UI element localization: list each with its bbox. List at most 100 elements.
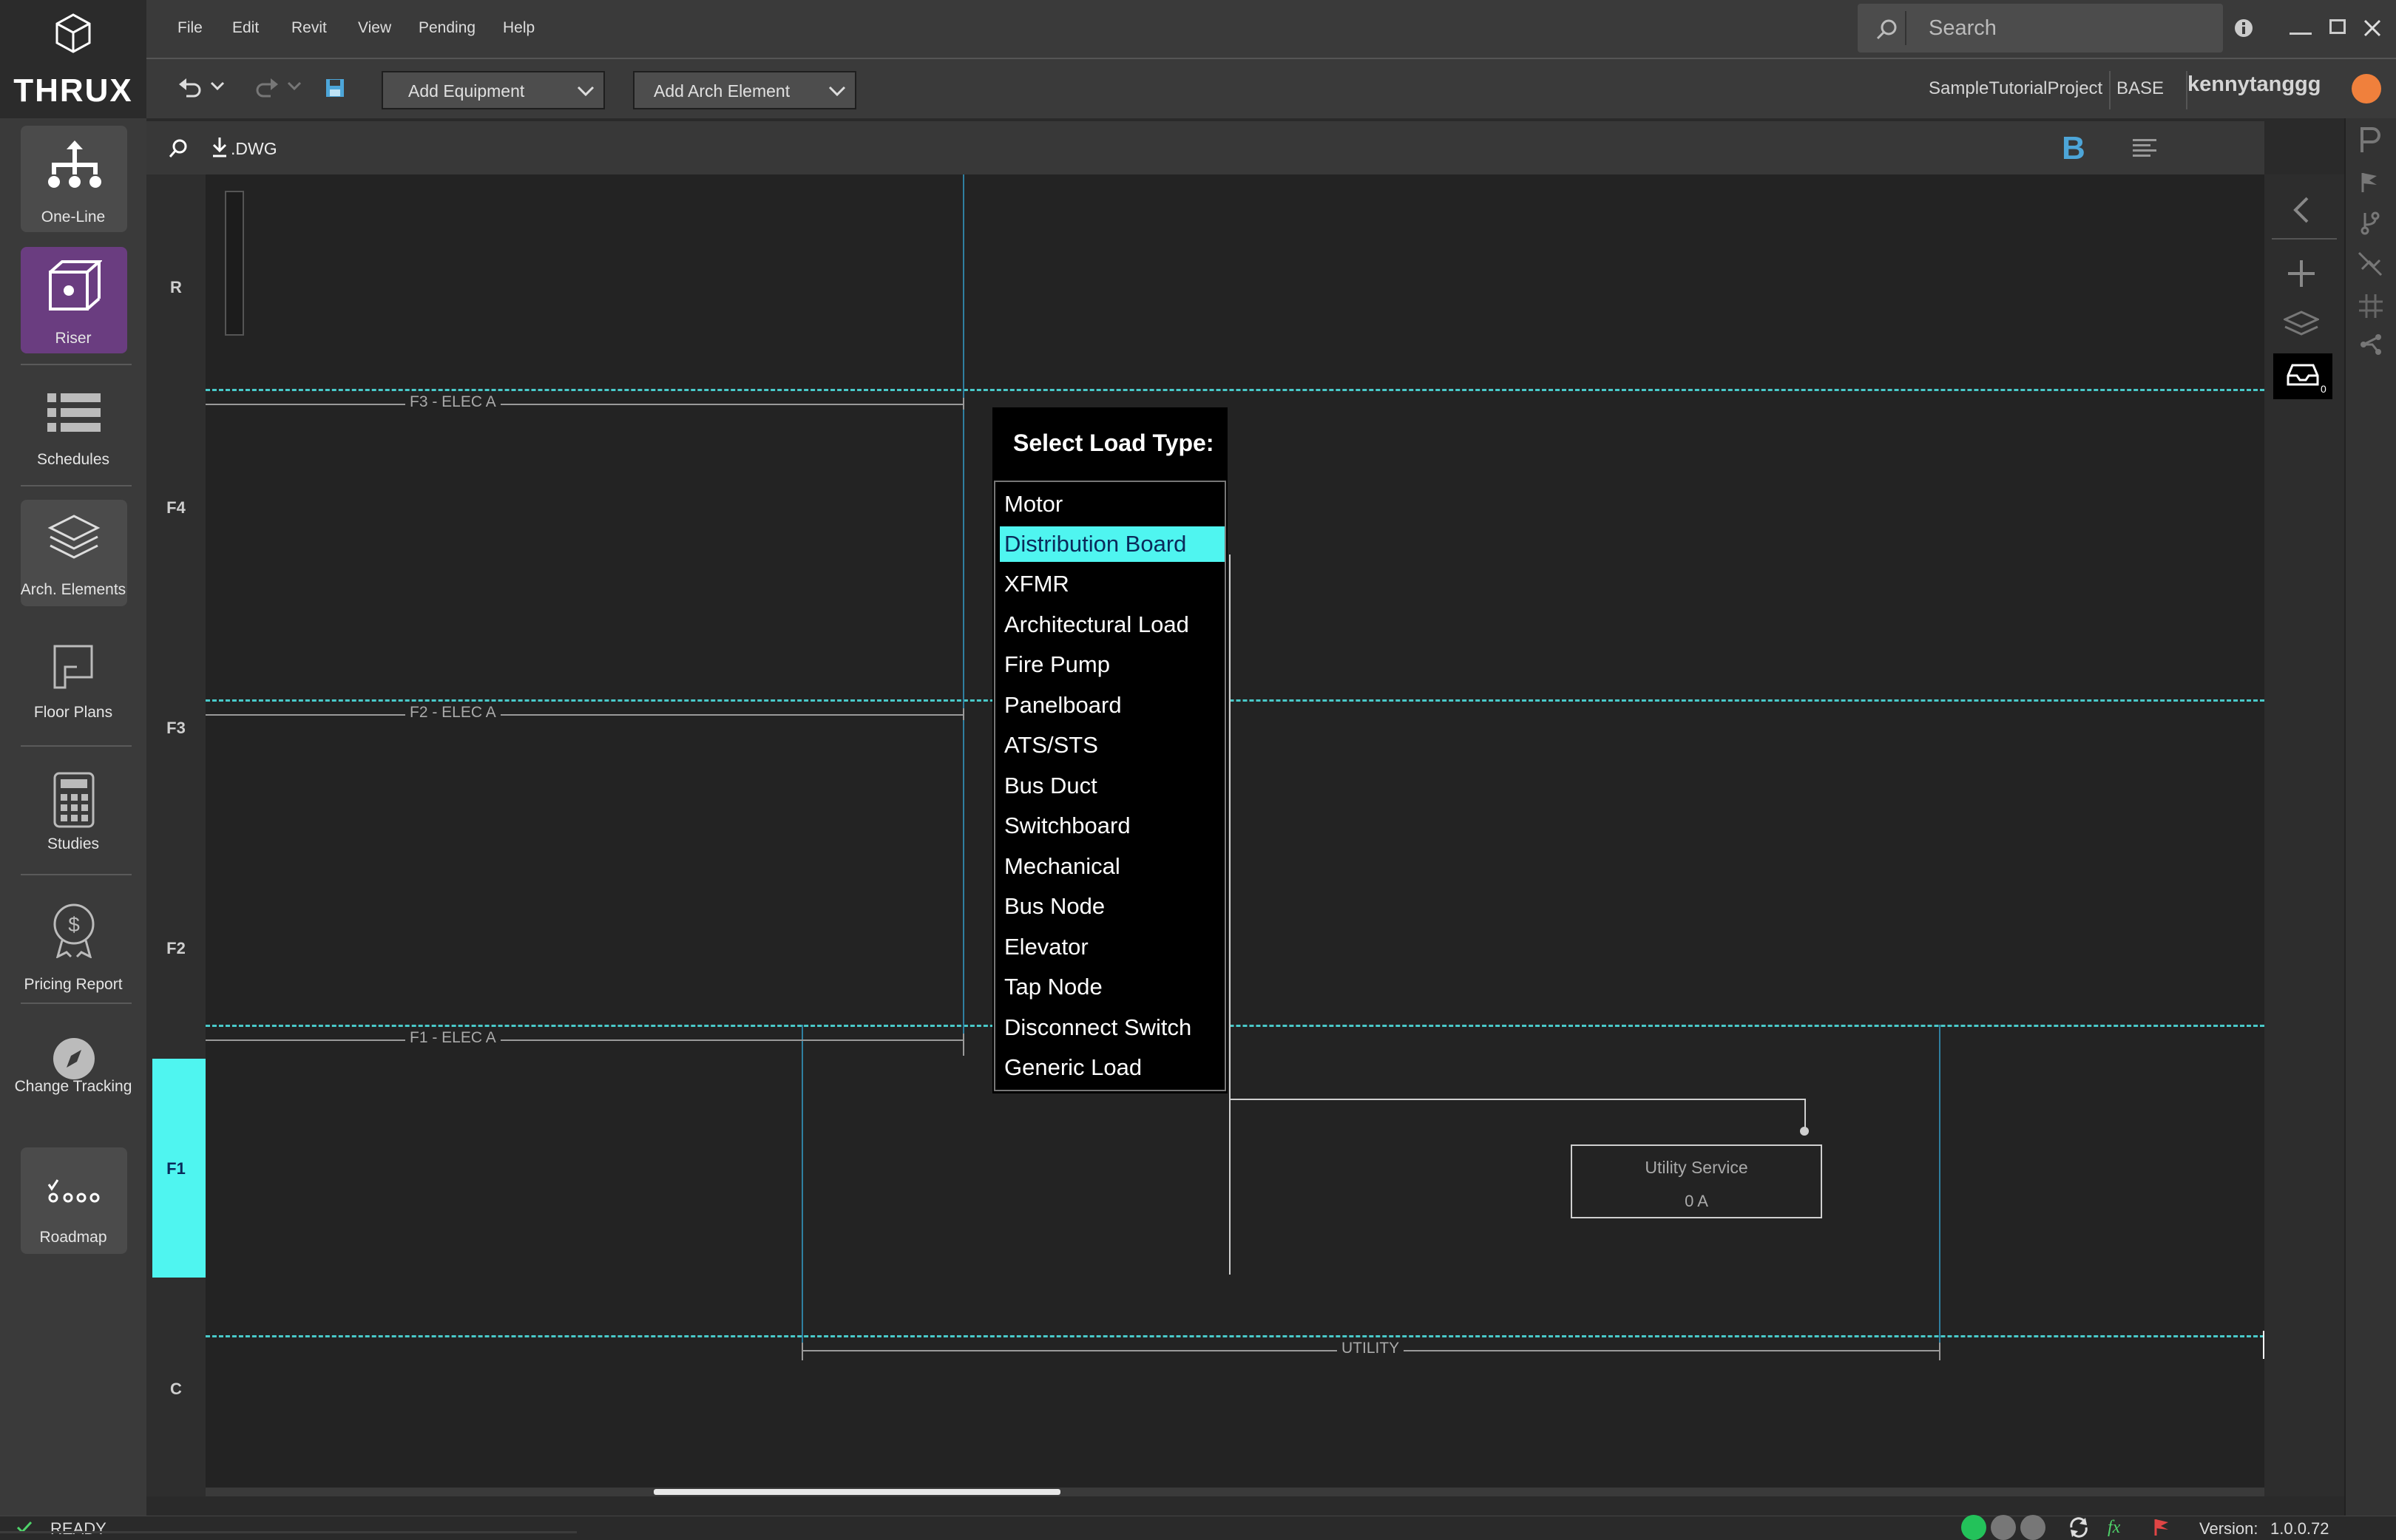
menu-edit[interactable]: Edit — [232, 19, 259, 37]
project-base[interactable]: BASE — [2116, 78, 2164, 99]
floor-label-f1[interactable]: F1 — [146, 1159, 206, 1178]
nav-roadmap[interactable]: Roadmap — [21, 1147, 127, 1254]
nav-studies[interactable]: Studies — [21, 757, 127, 864]
roadmap-icon — [47, 1179, 100, 1203]
nav-pricing-report[interactable]: $ Pricing Report — [21, 890, 127, 997]
flag-icon[interactable] — [2153, 1518, 2170, 1537]
roof-element[interactable] — [225, 191, 244, 336]
plus-icon[interactable] — [2287, 259, 2316, 288]
undo-icon[interactable] — [177, 77, 203, 99]
flag-icon[interactable] — [2361, 172, 2380, 194]
floor-label-f3[interactable]: F3 — [146, 719, 206, 738]
floor-label-c[interactable]: C — [146, 1380, 206, 1399]
load-option-tap-node[interactable]: Tap Node — [1000, 969, 1225, 1005]
elec-room-label-f2[interactable]: F2 - ELEC A — [405, 704, 501, 722]
nav-schedules[interactable]: Schedules — [21, 368, 127, 475]
version-number: 1.0.0.72 — [2270, 1519, 2329, 1538]
refresh-icon[interactable] — [2068, 1516, 2090, 1539]
nav-floor-plans[interactable]: Floor Plans — [21, 628, 127, 735]
load-option-distribution-board[interactable]: Distribution Board — [1000, 526, 1225, 562]
nav-one-line[interactable]: One-Line — [21, 126, 127, 232]
load-option-elevator[interactable]: Elevator — [1000, 929, 1225, 965]
load-option-bus-node[interactable]: Bus Node — [1000, 889, 1225, 924]
utility-label[interactable]: UTILITY — [1337, 1340, 1404, 1357]
redo-icon[interactable] — [254, 77, 280, 99]
add-equipment-dropdown[interactable]: Add Equipment — [382, 71, 605, 109]
elec-room-bar — [206, 714, 964, 716]
floor-label-r[interactable]: R — [146, 278, 206, 297]
pricing-badge-icon: $ — [53, 903, 95, 958]
dwg-export-button[interactable]: .DWG — [231, 139, 277, 159]
menu-revit[interactable]: Revit — [291, 19, 327, 37]
floor-line-f4-f3 — [206, 699, 2264, 702]
info-icon[interactable] — [2233, 18, 2254, 38]
status-bar: READY fx Version: 1.0.0.72 — [0, 1515, 2396, 1540]
load-option-panelboard[interactable]: Panelboard — [1000, 688, 1225, 723]
horizontal-scrollbar-track[interactable] — [206, 1488, 2264, 1496]
load-option-motor[interactable]: Motor — [1000, 486, 1225, 522]
hide-tool-icon[interactable] — [2358, 251, 2383, 277]
horizontal-scrollbar-thumb[interactable] — [654, 1489, 1060, 1495]
nav-change-tracking[interactable]: Change Tracking — [15, 1031, 132, 1137]
nav-label: Floor Plans — [33, 704, 113, 721]
inbox-count: 0 — [2321, 383, 2326, 395]
load-option-mechanical[interactable]: Mechanical — [1000, 849, 1225, 884]
project-name[interactable]: SampleTutorialProject — [1929, 78, 2102, 99]
menu-file[interactable]: File — [177, 19, 203, 37]
avatar[interactable] — [2352, 74, 2381, 104]
floor-label-f4[interactable]: F4 — [146, 498, 206, 518]
schedules-list-icon — [47, 393, 101, 432]
save-icon[interactable] — [325, 78, 345, 98]
redo-dropdown-icon[interactable] — [287, 81, 302, 92]
floor-plan-icon — [53, 645, 93, 689]
collapse-left-icon[interactable] — [2291, 195, 2310, 225]
load-type-list[interactable]: Motor Distribution Board XFMR Architectu… — [994, 481, 1226, 1091]
load-option-disconnect-switch[interactable]: Disconnect Switch — [1000, 1010, 1225, 1045]
load-option-architectural-load[interactable]: Architectural Load — [1000, 607, 1225, 642]
menu-view[interactable]: View — [358, 19, 391, 37]
power-status-icon[interactable] — [1991, 1515, 2016, 1540]
grid-icon[interactable] — [2358, 293, 2384, 319]
menu-help[interactable]: Help — [503, 19, 535, 37]
share-nodes-icon[interactable] — [2359, 333, 2383, 356]
inbox-button[interactable]: 0 — [2273, 353, 2332, 399]
b-toggle-icon[interactable]: B — [2062, 130, 2085, 167]
popup-title: Select Load Type: — [1013, 430, 1214, 456]
p-icon[interactable] — [2359, 127, 2381, 154]
utility-service-box[interactable]: Utility Service 0 A — [1571, 1144, 1822, 1218]
load-option-ats-sts[interactable]: ATS/STS — [1000, 727, 1225, 763]
username[interactable]: kennytanggg — [2187, 72, 2321, 97]
nav-riser[interactable]: Riser — [21, 247, 127, 353]
power-status-icon[interactable] — [1961, 1515, 1986, 1540]
close-icon[interactable] — [2363, 19, 2381, 37]
load-option-generic-load[interactable]: Generic Load — [1000, 1050, 1225, 1085]
text-align-icon[interactable] — [2131, 136, 2158, 163]
undo-dropdown-icon[interactable] — [210, 81, 225, 92]
load-option-bus-duct[interactable]: Bus Duct — [1000, 768, 1225, 804]
maximize-icon[interactable] — [2329, 19, 2346, 34]
elec-room-label-f3[interactable]: F3 - ELEC A — [405, 393, 501, 411]
menu-pending[interactable]: Pending — [419, 19, 476, 37]
riser-cube-icon — [49, 260, 102, 311]
layers-icon[interactable] — [2284, 311, 2319, 337]
elec-room-label-f1[interactable]: F1 - ELEC A — [405, 1029, 501, 1047]
search-box[interactable]: Search — [1858, 4, 2223, 52]
connector-node[interactable] — [1800, 1127, 1809, 1136]
add-arch-element-dropdown[interactable]: Add Arch Element — [633, 71, 856, 109]
branch-icon[interactable] — [2359, 210, 2381, 235]
zoom-icon[interactable] — [169, 139, 188, 158]
nav-label: Schedules — [36, 451, 110, 468]
download-icon[interactable] — [211, 136, 228, 158]
load-option-fire-pump[interactable]: Fire Pump — [1000, 647, 1225, 682]
minimize-icon[interactable] — [2290, 33, 2312, 35]
formula-icon[interactable]: fx — [2108, 1518, 2120, 1538]
nav-label: Arch. Elements — [20, 581, 126, 598]
load-option-xfmr[interactable]: XFMR — [1000, 566, 1225, 602]
load-option-switchboard[interactable]: Switchboard — [1000, 808, 1225, 844]
disconnected-icon[interactable] — [2020, 1515, 2045, 1540]
nav-label: Pricing Report — [24, 976, 123, 993]
riser-canvas[interactable]: F3 - ELEC A F2 - ELEC A F1 - ELEC A UTIL… — [206, 174, 2264, 1496]
floor-label-f2[interactable]: F2 — [146, 939, 206, 958]
nav-arch-elements[interactable]: Arch. Elements — [21, 500, 127, 606]
bar-tick — [963, 398, 964, 410]
